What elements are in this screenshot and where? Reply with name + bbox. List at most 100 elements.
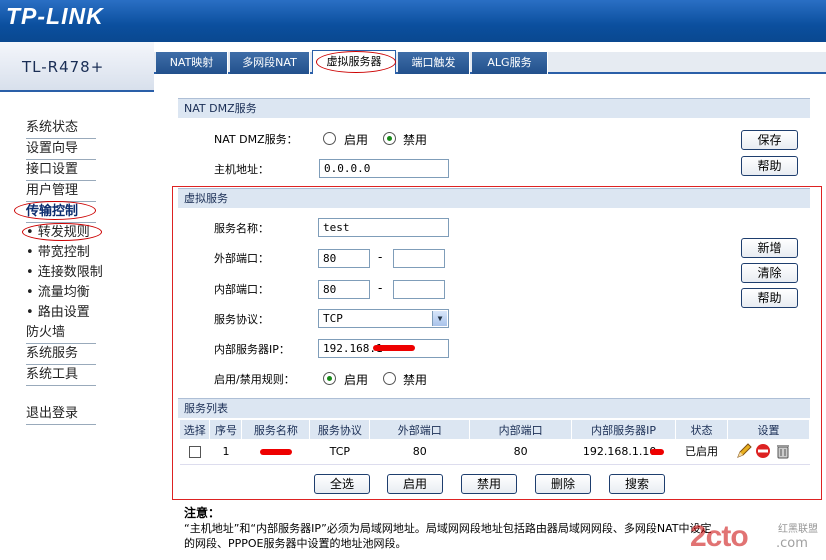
sidebar-item-user-management[interactable]: 用户管理 [26,181,96,202]
sidebar-menu: 系统状态 设置向导 接口设置 用户管理 传输控制 • 转发规则 • 带宽控制 •… [26,118,156,425]
watermark-tag: 红黑联盟 [778,524,818,535]
edit-pencil-icon[interactable] [736,443,752,459]
col-external-port: 外部端口 [369,420,471,439]
model-banner: TL-R478+ [0,42,154,92]
col-protocol: 服务协议 [309,420,371,439]
col-status: 状态 [675,420,728,439]
redaction-mark [373,345,415,351]
sidebar-item-system-tools[interactable]: 系统工具 [26,365,96,386]
sidebar-item-firewall[interactable]: 防火墙 [26,323,96,344]
dmz-enable-label: 启用 [344,133,369,147]
highlight-oval [22,223,102,241]
sidebar-subitem-bandwidth[interactable]: • 带宽控制 [26,243,136,263]
port-range-dash: - [378,250,383,264]
model-name: TL-R478+ [22,58,105,76]
save-button[interactable]: 保存 [741,130,798,150]
rule-toggle-label: 启用/禁用规则： [214,373,295,386]
virtual-help-button[interactable]: 帮助 [741,288,798,308]
dmz-enable-radio[interactable] [323,132,336,145]
host-address-input[interactable]: 0.0.0.0 [319,159,449,178]
internal-port-from-input[interactable]: 80 [318,280,370,299]
sidebar-subitem-load-balance[interactable]: • 流量均衡 [26,283,136,303]
tab-alg-service[interactable]: ALG服务 [472,52,548,74]
main-content: NAT DMZ服务 NAT DMZ服务： 启用 禁用 主机地址： 0.0.0.0… [178,74,826,560]
col-internal-port: 内部端口 [469,420,573,439]
sidebar-subitem-routing[interactable]: • 路由设置 [26,303,136,323]
row-status: 已启用 [675,439,728,465]
server-ip-label: 内部服务器IP： [214,343,290,356]
rule-enable-radio[interactable] [323,372,336,385]
virtual-section-title: 虚拟服务 [178,188,810,208]
sidebar-item-logout[interactable]: 退出登录 [26,404,96,425]
row-index: 1 [209,439,242,465]
rule-enable-label: 启用 [344,373,369,387]
note-line-2: 的网段、PPPOE服务器中设置的地址池网段。 [184,537,407,550]
search-button[interactable]: 搜索 [609,474,665,494]
protocol-label: 服务协议： [214,313,269,326]
highlight-oval [316,51,396,73]
row-server-ip: 192.168.1.10 [571,439,676,465]
sidebar-item-system-service[interactable]: 系统服务 [26,344,96,365]
sidebar-item-setup-wizard[interactable]: 设置向导 [26,139,96,160]
external-port-to-input[interactable] [393,249,445,268]
row-server-ip-text: 192.168.1.10 [582,444,657,458]
external-port-label: 外部端口： [214,252,269,265]
trash-icon[interactable] [775,443,791,459]
left-sidebar: TL-R478+ 系统状态 设置向导 接口设置 用户管理 传输控制 • 转发规则… [0,42,156,560]
dmz-disable-radio[interactable] [383,132,396,145]
col-index: 序号 [209,420,243,439]
col-service-name: 服务名称 [241,420,311,439]
service-name-input[interactable]: test [318,218,449,237]
chevron-down-icon[interactable]: ▼ [432,311,447,326]
disable-icon[interactable] [755,443,771,459]
tab-nat-mapping[interactable]: NAT映射 [156,52,228,74]
tab-multi-segment-nat[interactable]: 多网段NAT [230,52,310,74]
port-range-dash: - [378,281,383,295]
clear-button[interactable]: 清除 [741,263,798,283]
top-header: TP-LINK [0,0,826,42]
add-button[interactable]: 新增 [741,238,798,258]
service-list-table: 选择 序号 服务名称 服务协议 外部端口 内部端口 内部服务器IP 状态 设置 … [180,420,810,465]
watermark-suffix: .com [776,536,808,551]
tab-bar: NAT映射 多网段NAT 虚拟服务器 端口触发 ALG服务 [154,50,826,74]
col-select: 选择 [180,420,211,439]
watermark: 2cto .com 红黑联盟 [688,518,826,560]
sidebar-subitem-connection-limit[interactable]: • 连接数限制 [26,263,136,283]
row-service-name [241,439,310,465]
disable-button[interactable]: 禁用 [461,474,517,494]
table-row: 1 TCP 80 80 192.168.1.10 已启用 [180,439,810,465]
service-name-label: 服务名称： [214,222,269,235]
note-title: 注意： [184,506,221,520]
protocol-selected-value: TCP [323,312,343,325]
row-select-checkbox[interactable] [188,445,201,458]
protocol-select[interactable]: TCP ▼ [318,309,449,328]
dmz-help-button[interactable]: 帮助 [741,156,798,176]
dmz-disable-label: 禁用 [403,133,428,147]
external-port-from-input[interactable]: 80 [318,249,370,268]
internal-port-label: 内部端口： [214,283,269,296]
row-external-port: 80 [369,439,470,465]
internal-port-to-input[interactable] [393,280,445,299]
note-line-1: “主机地址”和“内部服务器IP”必须为局域网地址。局域网网段地址包括路由器局域网… [184,522,712,535]
rule-disable-label: 禁用 [403,373,428,387]
sidebar-item-system-status[interactable]: 系统状态 [26,118,96,139]
row-protocol: TCP [309,439,370,465]
redaction-mark [650,448,665,455]
enable-button[interactable]: 启用 [387,474,443,494]
row-internal-port: 80 [469,439,572,465]
sidebar-item-interface[interactable]: 接口设置 [26,160,96,181]
row-settings [727,439,810,465]
table-header-row: 选择 序号 服务名称 服务协议 外部端口 内部端口 内部服务器IP 状态 设置 [180,420,810,439]
tab-strip: NAT映射 多网段NAT 虚拟服务器 端口触发 ALG服务 [154,42,826,74]
dmz-service-label: NAT DMZ服务： [214,133,298,146]
select-all-button[interactable]: 全选 [314,474,370,494]
delete-button[interactable]: 删除 [535,474,591,494]
col-server-ip: 内部服务器IP [571,420,677,439]
service-list-title: 服务列表 [178,398,810,418]
redaction-mark [259,448,292,455]
tab-port-trigger[interactable]: 端口触发 [398,52,470,74]
highlight-oval [14,201,96,220]
watermark-brand: 2cto [690,520,749,553]
rule-disable-radio[interactable] [383,372,396,385]
host-address-label: 主机地址： [214,163,269,176]
